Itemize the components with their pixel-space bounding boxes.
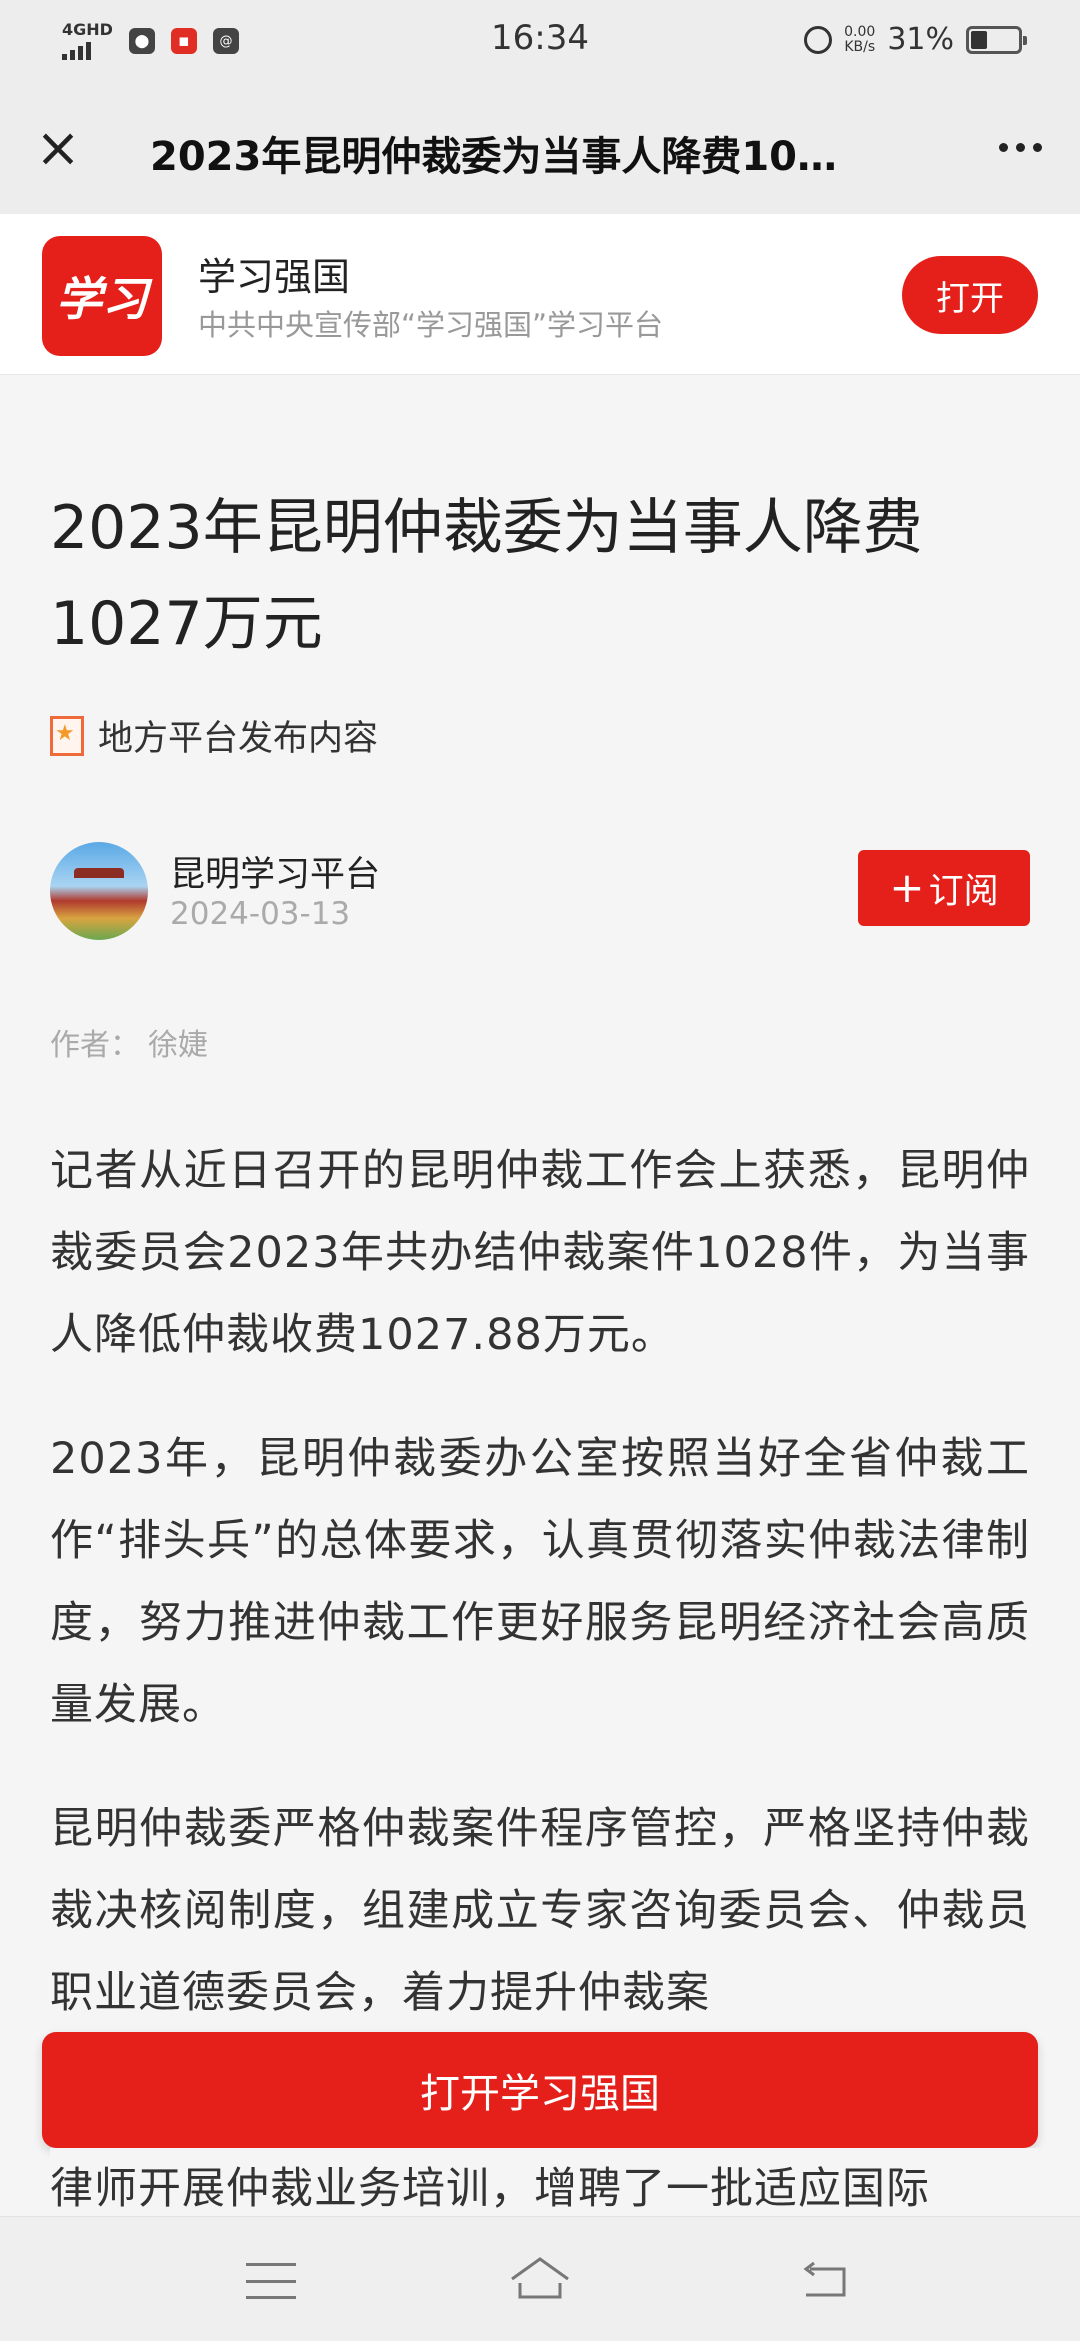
close-icon[interactable]: × [30, 120, 86, 176]
alarm-icon [804, 25, 833, 54]
battery-icon [966, 25, 1027, 54]
speed-value: 0.00 [844, 23, 876, 40]
article-body: 记者从近日召开的昆明仲裁工作会上获悉，昆明仲裁委员会2023年共办结仲裁案件10… [50, 1130, 1030, 2076]
system-nav-bar [0, 2216, 1080, 2341]
publisher-row: 昆明学习平台 2024-03-13 + 订阅 [50, 842, 1030, 942]
article-title: 2023年昆明仲裁委为当事人降费1027万元 [50, 493, 923, 659]
subscribe-label: 订阅 [928, 871, 999, 912]
menu-icon[interactable] [246, 2263, 296, 2299]
paragraph: 记者从近日召开的昆明仲裁工作会上获悉，昆明仲裁委员会2023年共办结仲裁案件10… [50, 1146, 1030, 1360]
app-logo: 学习 [42, 236, 162, 356]
open-app-button[interactable]: 打开 [902, 256, 1038, 334]
paragraph: 2023年，昆明仲裁委办公室按照当好全省仲裁工作“排头兵”的总体要求，认真贯彻落… [50, 1434, 1030, 1730]
plus-icon: + [889, 863, 925, 912]
paragraph-continued: 律师开展仲裁业务培训，增聘了一批适应国际 [50, 2148, 1050, 2212]
home-icon[interactable] [508, 2253, 572, 2303]
network-speed: 0.00 KB/s [844, 23, 876, 55]
status-right: 0.00 KB/s 31% [804, 22, 1027, 57]
subscribe-button[interactable]: + 订阅 [858, 850, 1030, 926]
source-label: 地方平台发布内容 [98, 719, 379, 759]
more-options-icon[interactable] [990, 132, 1050, 162]
author-name: 徐婕 [148, 1028, 208, 1063]
app-name: 学习强国 [198, 255, 351, 299]
page-title: 2023年昆明仲裁委为当事人降费10… [150, 134, 837, 180]
local-platform-badge-icon [50, 715, 84, 756]
battery-percent: 31% [887, 22, 954, 57]
status-bar: 4GHD ⬤ ◼ @ 16:34 0.00 KB/s 31% [0, 0, 1080, 84]
top-nav-bar: × 2023年昆明仲裁委为当事人降费10… [0, 84, 1080, 214]
speed-unit: KB/s [844, 38, 876, 55]
article: 2023年昆明仲裁委为当事人降费1027万元 地方平台发布内容 昆明学习平台 2… [50, 480, 1030, 2018]
author-line: 作者： 徐婕 [50, 1020, 216, 1064]
source-tag: 地方平台发布内容 [50, 710, 378, 761]
open-xuexi-button[interactable]: 打开学习强国 [42, 2032, 1038, 2148]
publisher-name[interactable]: 昆明学习平台 [170, 846, 380, 897]
publish-date: 2024-03-13 [170, 896, 351, 932]
app-description: 中共中央宣传部“学习强国”学习平台 [198, 308, 664, 342]
back-icon[interactable] [800, 2261, 850, 2301]
paragraph: 昆明仲裁委严格仲裁案件程序管控，严格坚持仲裁裁决核阅制度，组建成立专家咨询委员会… [50, 1804, 1030, 2018]
publisher-avatar[interactable] [50, 842, 148, 940]
app-banner: 学习 学习强国 中共中央宣传部“学习强国”学习平台 打开 [0, 214, 1080, 375]
author-prefix: 作者： [50, 1028, 140, 1063]
